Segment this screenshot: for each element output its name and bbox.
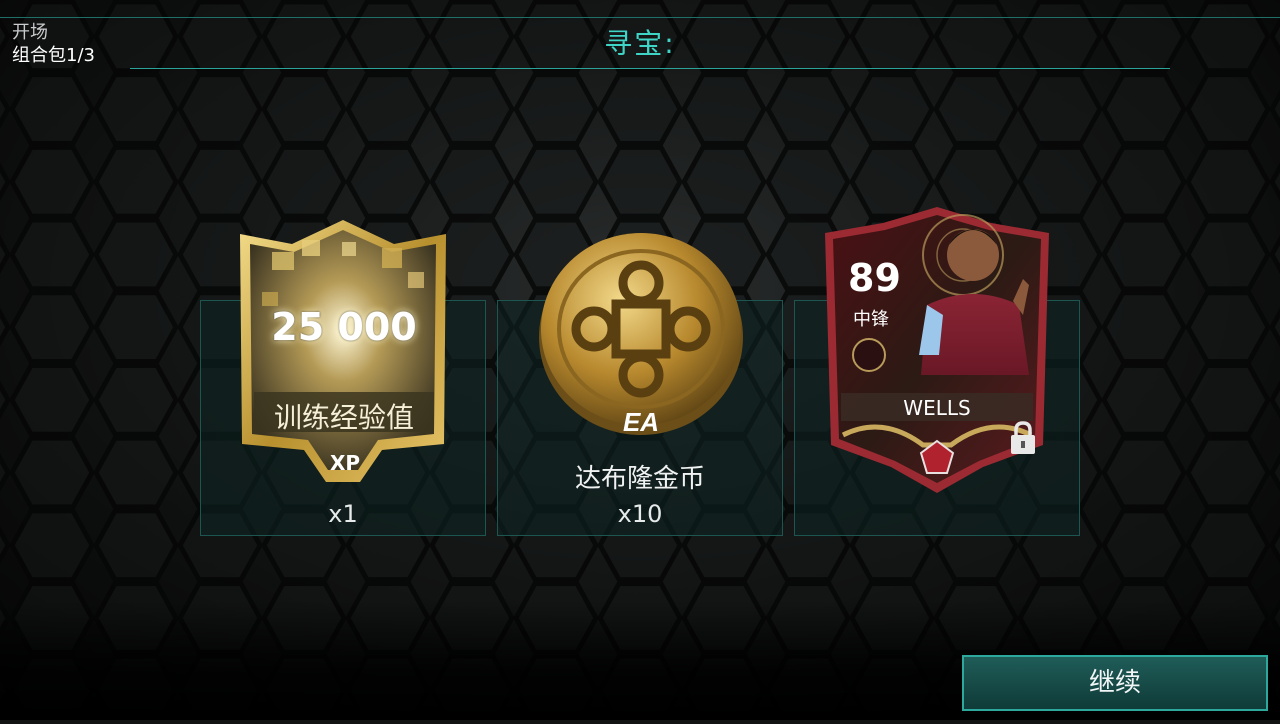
header-top-line (0, 17, 1280, 18)
xp-badge: XP (329, 451, 361, 475)
continue-button[interactable]: 继续 (962, 655, 1268, 711)
header-bottom-line (130, 68, 1170, 69)
coin-name: 达布隆金币 (574, 464, 705, 494)
page-title: 寻宝: (604, 27, 676, 60)
player-rating: 89 (848, 256, 901, 300)
xp-card-value: 25 000 (271, 305, 417, 349)
player-name: WELLS (903, 396, 971, 420)
xp-quantity: x1 (328, 500, 358, 528)
gold-coin-icon[interactable]: EA (536, 225, 746, 440)
svg-text:EA: EA (623, 407, 659, 437)
coin-quantity: x10 (617, 500, 663, 528)
player-position: 中锋 (853, 309, 889, 330)
lock-icon (1011, 421, 1035, 454)
xp-card-label: 训练经验值 (273, 401, 414, 434)
